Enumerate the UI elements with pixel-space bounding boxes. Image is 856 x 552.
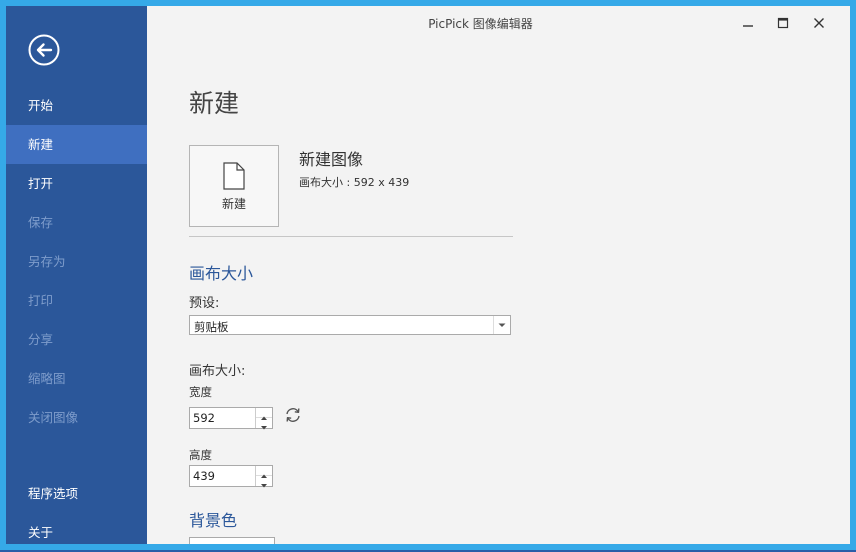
refresh-link-icon	[286, 408, 300, 422]
sidebar-item-options[interactable]: 程序选项	[6, 474, 147, 513]
sidebar-item-save: 保存	[28, 215, 54, 230]
background-color-section-title: 背景色	[189, 511, 238, 530]
height-label: 高度	[189, 448, 212, 462]
sidebar: 开始 新建 打开 保存 另存为 打印 分享 缩略图 关闭图像 程序选项 关于	[6, 6, 147, 544]
new-image-button[interactable]: 新建	[189, 145, 279, 227]
height-increment-button[interactable]	[256, 466, 272, 478]
chevron-down-icon	[498, 323, 506, 327]
canvas-size-label: 画布大小:	[189, 364, 246, 379]
sidebar-item-save-as: 另存为	[28, 254, 66, 269]
preset-select[interactable]: 剪贴板	[189, 315, 511, 335]
new-image-button-label: 新建	[221, 197, 246, 211]
caret-down-icon	[261, 426, 267, 430]
page-title: 新建	[189, 89, 240, 118]
sidebar-item-print: 打印	[28, 293, 54, 308]
dropdown-arrow[interactable]	[493, 316, 510, 334]
preset-label: 预设:	[189, 296, 220, 311]
sidebar-item-about[interactable]: 关于	[6, 513, 147, 552]
height-decrement-button[interactable]	[256, 476, 272, 488]
width-decrement-button[interactable]	[256, 418, 272, 430]
sidebar-item-close-image: 关闭图像	[28, 410, 79, 425]
background-color-picker[interactable]	[189, 537, 275, 544]
aspect-ratio-toggle[interactable]	[284, 406, 302, 424]
close-icon	[814, 18, 824, 28]
sidebar-item-open[interactable]: 打开	[6, 164, 147, 203]
width-label: 宽度	[189, 385, 212, 399]
sidebar-item-thumbnail: 缩略图	[28, 371, 66, 386]
height-stepper-buttons	[255, 466, 272, 488]
sidebar-item-share: 分享	[28, 332, 54, 347]
back-arrow-icon	[28, 34, 60, 66]
caret-down-icon	[261, 484, 267, 488]
height-stepper[interactable]	[189, 465, 273, 488]
blank-document-icon	[223, 162, 245, 190]
divider	[189, 236, 513, 237]
width-stepper-buttons	[255, 408, 272, 430]
sidebar-nav: 开始 新建 打开 保存 另存为 打印 分享 缩略图 关闭图像	[6, 86, 147, 437]
main-content: 新建 新建 新建图像 画布大小 : 592 x 439 画布大小 预设: 剪贴板…	[189, 6, 789, 544]
sidebar-item-start[interactable]: 开始	[6, 86, 147, 125]
canvas-size-section-title: 画布大小	[189, 264, 254, 283]
new-image-title: 新建图像	[299, 150, 364, 169]
preset-select-value: 剪贴板	[194, 320, 229, 334]
sidebar-item-new[interactable]: 新建	[6, 125, 147, 164]
width-increment-button[interactable]	[256, 408, 272, 420]
close-button[interactable]	[802, 10, 836, 36]
new-image-canvas-size: 画布大小 : 592 x 439	[299, 176, 410, 189]
app-window: 开始 新建 打开 保存 另存为 打印 分享 缩略图 关闭图像 程序选项 关于 P…	[0, 0, 856, 550]
back-button[interactable]	[28, 34, 60, 66]
width-stepper[interactable]	[189, 407, 273, 430]
height-input[interactable]	[190, 466, 254, 486]
width-input[interactable]	[190, 408, 254, 428]
sidebar-bottom-nav: 程序选项 关于	[6, 474, 147, 552]
